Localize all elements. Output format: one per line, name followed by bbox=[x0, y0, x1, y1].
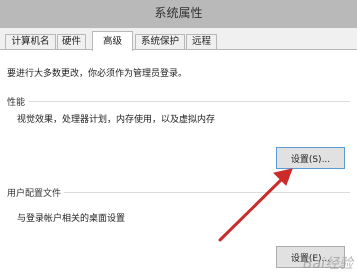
tab-system-protection[interactable]: 系统保护 bbox=[135, 34, 185, 49]
watermark: Bai经验 bbox=[302, 256, 353, 272]
tab-remote[interactable]: 远程 bbox=[186, 34, 217, 49]
window-title: 系统属性 bbox=[154, 6, 203, 20]
tab-advanced[interactable]: 高级 bbox=[92, 31, 133, 51]
user-profiles-description: 与登录帐户相关的桌面设置 bbox=[17, 214, 126, 224]
user-profiles-label: 用户配置文件 bbox=[7, 186, 65, 199]
tab-hardware[interactable]: 硬件 bbox=[57, 34, 86, 49]
tab-strip: 计算机名 硬件 高级 系统保护 远程 bbox=[0, 28, 357, 51]
admin-note: 要进行大多数更改，你必须作为管理员登录。 bbox=[7, 69, 188, 79]
performance-description: 视觉效果，处理器计划，内存使用，以及虚拟内存 bbox=[17, 115, 216, 125]
performance-settings-button[interactable]: 设置(S)... bbox=[276, 147, 345, 169]
title-bar[interactable]: 系统属性 bbox=[0, 0, 357, 28]
performance-label: 性能 bbox=[7, 95, 29, 108]
tab-computer-name[interactable]: 计算机名 bbox=[5, 34, 56, 49]
